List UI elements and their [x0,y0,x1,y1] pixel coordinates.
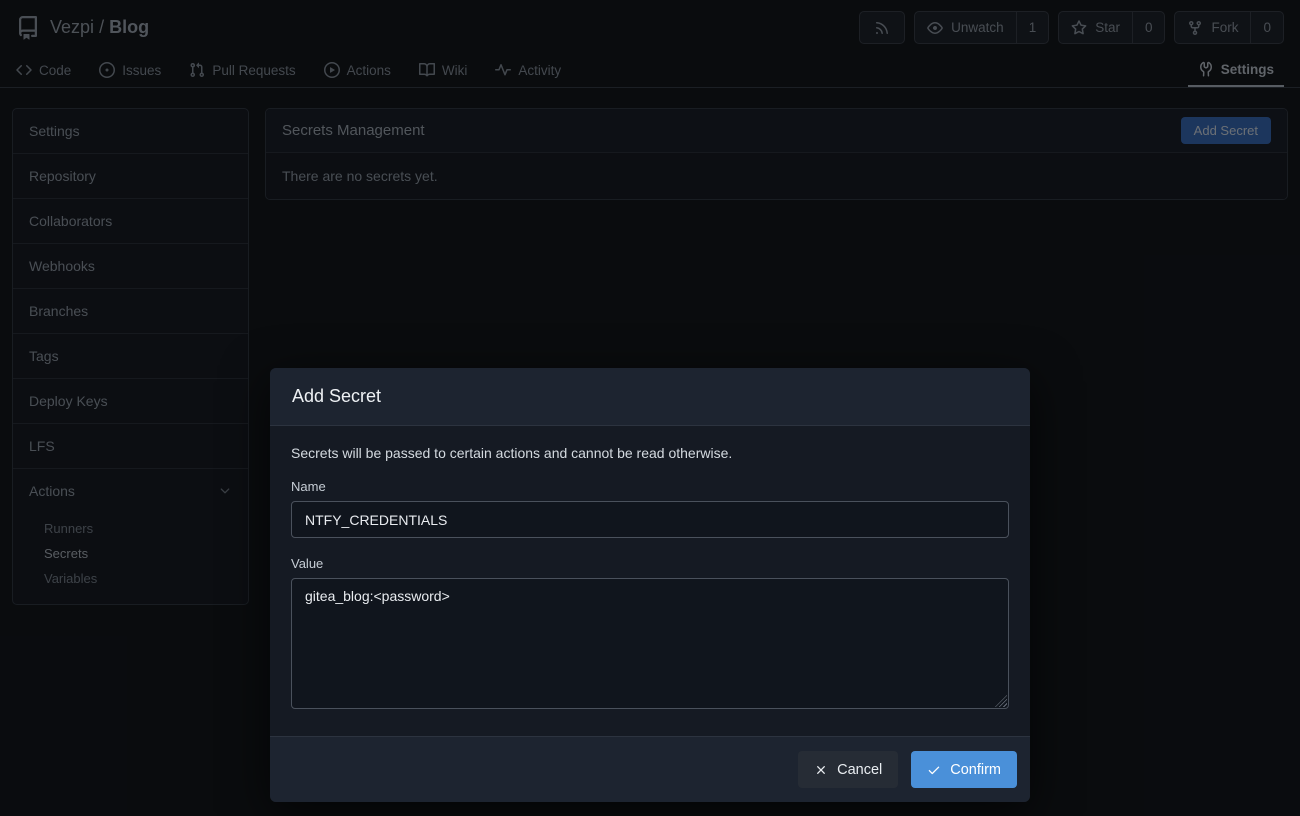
modal-title: Add Secret [292,386,381,407]
secret-value-wrapper: gitea_blog:<password> [291,578,1009,709]
add-secret-modal: Add Secret Secrets will be passed to cer… [270,368,1030,802]
modal-footer: Cancel Confirm [270,736,1030,802]
cancel-label: Cancel [837,762,882,778]
x-icon [814,763,828,777]
modal-description: Secrets will be passed to certain action… [291,445,1009,461]
secret-value-textarea[interactable]: gitea_blog:<password> [291,578,1009,709]
secret-name-input[interactable] [291,501,1009,538]
value-field-label: Value [291,556,1009,571]
modal-body: Secrets will be passed to certain action… [270,426,1030,736]
confirm-label: Confirm [950,762,1001,778]
name-field-label: Name [291,479,1009,494]
cancel-button[interactable]: Cancel [798,751,898,788]
modal-header: Add Secret [270,368,1030,426]
check-icon [927,763,941,777]
confirm-button[interactable]: Confirm [911,751,1017,788]
